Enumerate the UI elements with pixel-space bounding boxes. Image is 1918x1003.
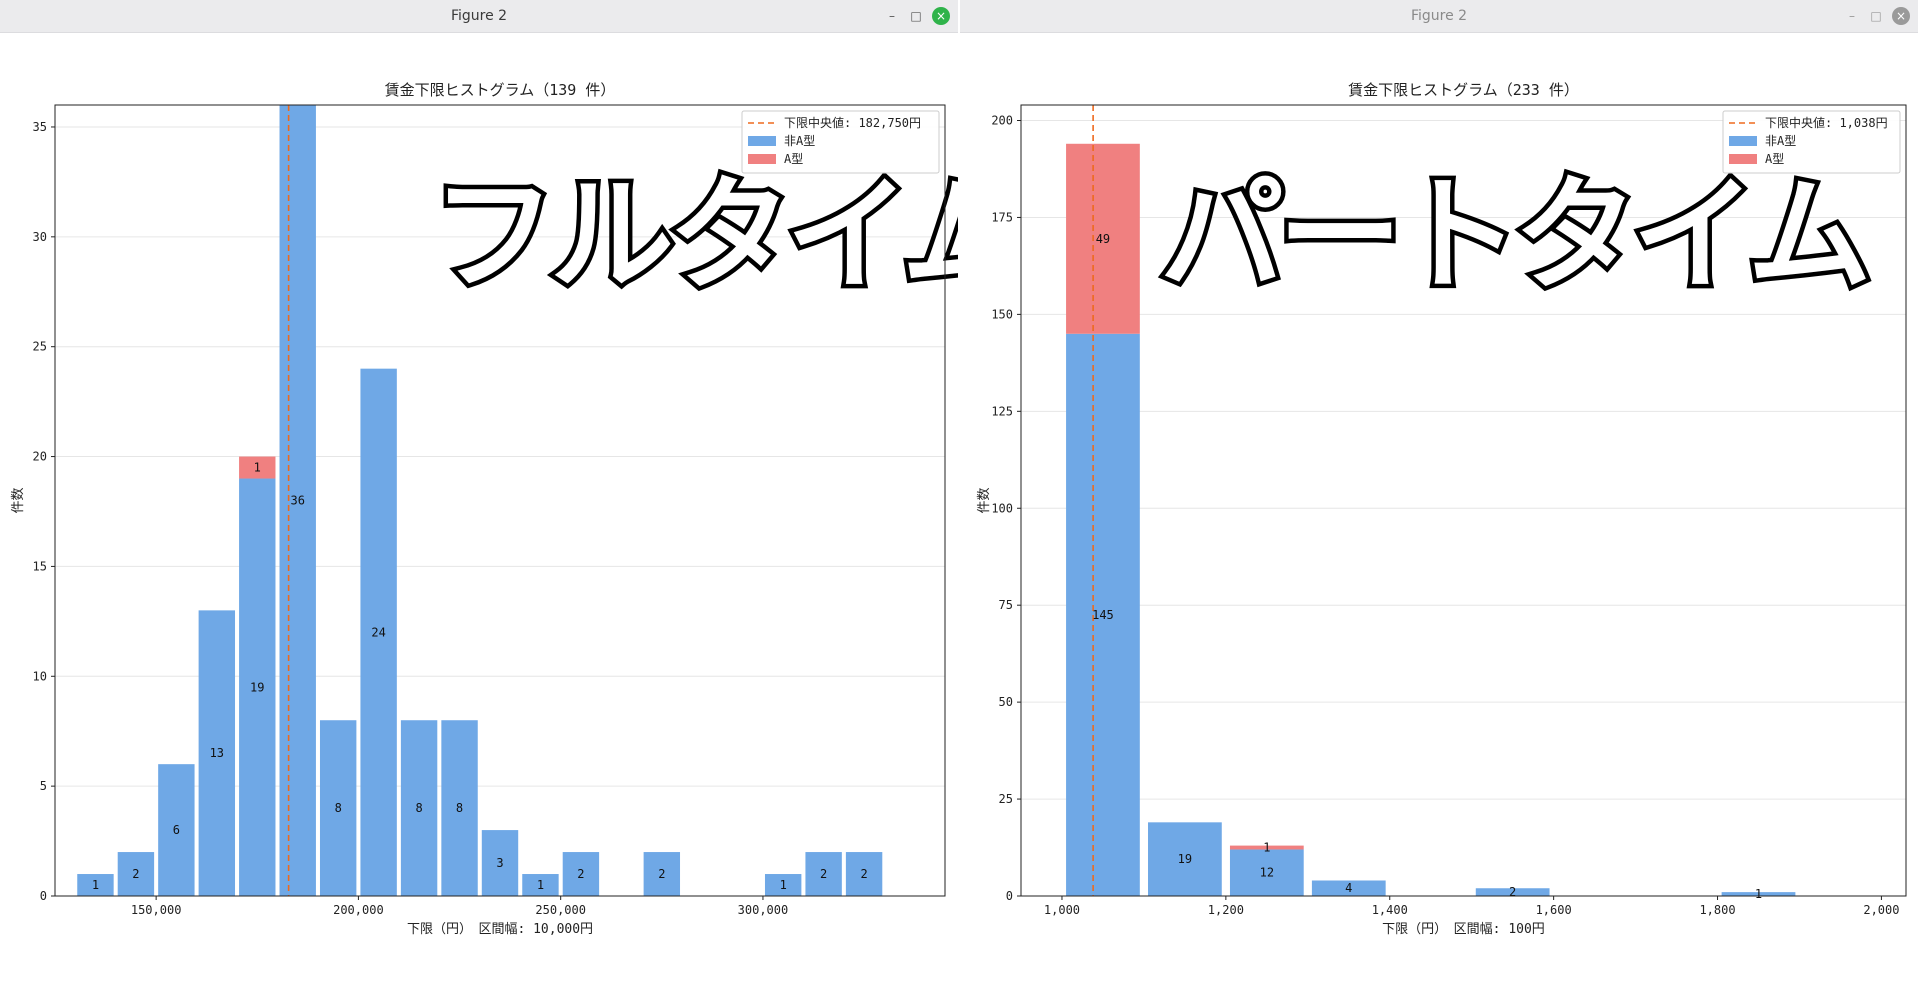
histogram-chart: 1 2 6 13 19 1 36 8 24 8 8 3 1 2 2 1 2 2 フルタイム 0 5 10 15 20 25 30 3… [11,81,958,937]
bar-value-label: 3 [496,856,503,870]
overlay-text: フルタイム [432,164,958,308]
y-tick-label: 5 [40,779,47,793]
y-tick-label: 50 [999,695,1013,709]
minimize-icon[interactable]: – [884,8,900,24]
y-tick-label: 175 [991,210,1013,224]
bar-value-label: 36 [291,494,305,508]
x-tick-label: 300,000 [738,903,789,917]
maximize-icon[interactable]: □ [908,8,924,24]
chart-title: 賃金下限ヒストグラム（233 件） [1348,81,1579,99]
y-tick-label: 10 [33,669,47,683]
y-tick-label: 200 [991,114,1013,128]
window-title: Figure 2 [450,8,508,24]
legend-median-label: 下限中央値: 182,750円 [784,115,921,130]
legend-series-label: 非A型 [784,134,815,148]
title-bar[interactable]: Figure 2 – □ × [960,0,1918,33]
bar-value-label: 2 [658,867,665,881]
x-tick-label: 250,000 [535,903,586,917]
x-axis-label: 下限（円） 区間幅: 100円 [1382,922,1545,937]
bar-value-label: 4 [1345,881,1352,895]
y-tick-label: 100 [991,501,1013,515]
overlay-text: パートタイム [1160,164,1867,308]
x-axis-label: 下限（円） 区間幅: 10,000円 [407,922,593,937]
bar-value-label: 6 [173,823,180,837]
bar-value-label: 13 [210,746,224,760]
bar-value-label: 1 [254,461,261,475]
legend-series-label: A型 [784,152,803,166]
y-tick-label: 75 [999,598,1013,612]
x-tick-label: 150,000 [131,903,182,917]
bar-value-label: 1 [1755,887,1762,901]
y-tick-label: 30 [33,230,47,244]
x-tick-label: 1,400 [1372,903,1408,917]
bar-value-label: 1 [537,878,544,892]
bar-value-label: 8 [415,801,422,815]
figure-window-right: Figure 2 – □ × 145 49 19 12 1 4 2 1 パートタイム 0 25 50 7… [960,0,1918,1003]
x-tick-label: 2,000 [1863,903,1899,917]
y-tick-label: 15 [33,559,47,573]
y-tick-label: 25 [999,792,1013,806]
bar-value-label: 8 [335,801,342,815]
maximize-icon[interactable]: □ [1868,8,1884,24]
figure-window-left: Figure 2 – □ × 1 2 6 13 19 1 36 8 24 8 8 3 1 2 2 1 2 2 フルタ… [0,0,958,1003]
y-tick-label: 20 [33,450,47,464]
bar-value-label: 2 [132,867,139,881]
bar-value-label: 1 [780,878,787,892]
bar-value-label: 19 [1178,852,1192,866]
bar-value-label: 49 [1096,232,1110,246]
bar-value-label: 1 [1263,841,1270,855]
legend-swatch [1729,136,1757,146]
x-tick-label: 200,000 [333,903,384,917]
bar-value-label: 8 [456,801,463,815]
close-icon[interactable]: × [932,7,950,25]
window-title: Figure 2 [1410,8,1468,24]
chart-title: 賃金下限ヒストグラム（139 件） [385,81,616,99]
y-tick-label: 0 [40,889,47,903]
x-tick-label: 1,800 [1699,903,1735,917]
bar-value-label: 24 [371,625,385,639]
bar-value-label: 12 [1260,866,1274,880]
bar-value-label: 2 [820,867,827,881]
y-axis-label: 件数 [977,487,992,513]
x-tick-label: 1,000 [1044,903,1080,917]
bar-value-label: 2 [1509,885,1516,899]
x-tick-label: 1,200 [1208,903,1244,917]
bar-value-label: 2 [860,867,867,881]
legend-swatch [748,136,776,146]
x-tick-label: 1,600 [1536,903,1572,917]
y-tick-label: 125 [991,404,1013,418]
legend-swatch [1729,154,1757,164]
histogram-chart: 145 49 19 12 1 4 2 1 パートタイム 0 25 50 75 100 125 150 175 20… [977,81,1907,937]
y-axis-label: 件数 [11,487,26,513]
y-tick-label: 150 [991,307,1013,321]
y-tick-label: 25 [33,340,47,354]
bar-value-label: 2 [577,867,584,881]
y-tick-label: 0 [1006,889,1013,903]
bar-value-label: 1 [92,878,99,892]
legend-swatch [748,154,776,164]
close-icon[interactable]: × [1892,7,1910,25]
bar-value-label: 145 [1092,608,1114,622]
legend-series-label: 非A型 [1765,134,1796,148]
title-bar[interactable]: Figure 2 – □ × [0,0,958,33]
y-tick-label: 35 [33,120,47,134]
minimize-icon[interactable]: – [1844,8,1860,24]
bar-value-label: 19 [250,680,264,694]
legend-series-label: A型 [1765,152,1784,166]
legend-median-label: 下限中央値: 1,038円 [1765,115,1888,130]
